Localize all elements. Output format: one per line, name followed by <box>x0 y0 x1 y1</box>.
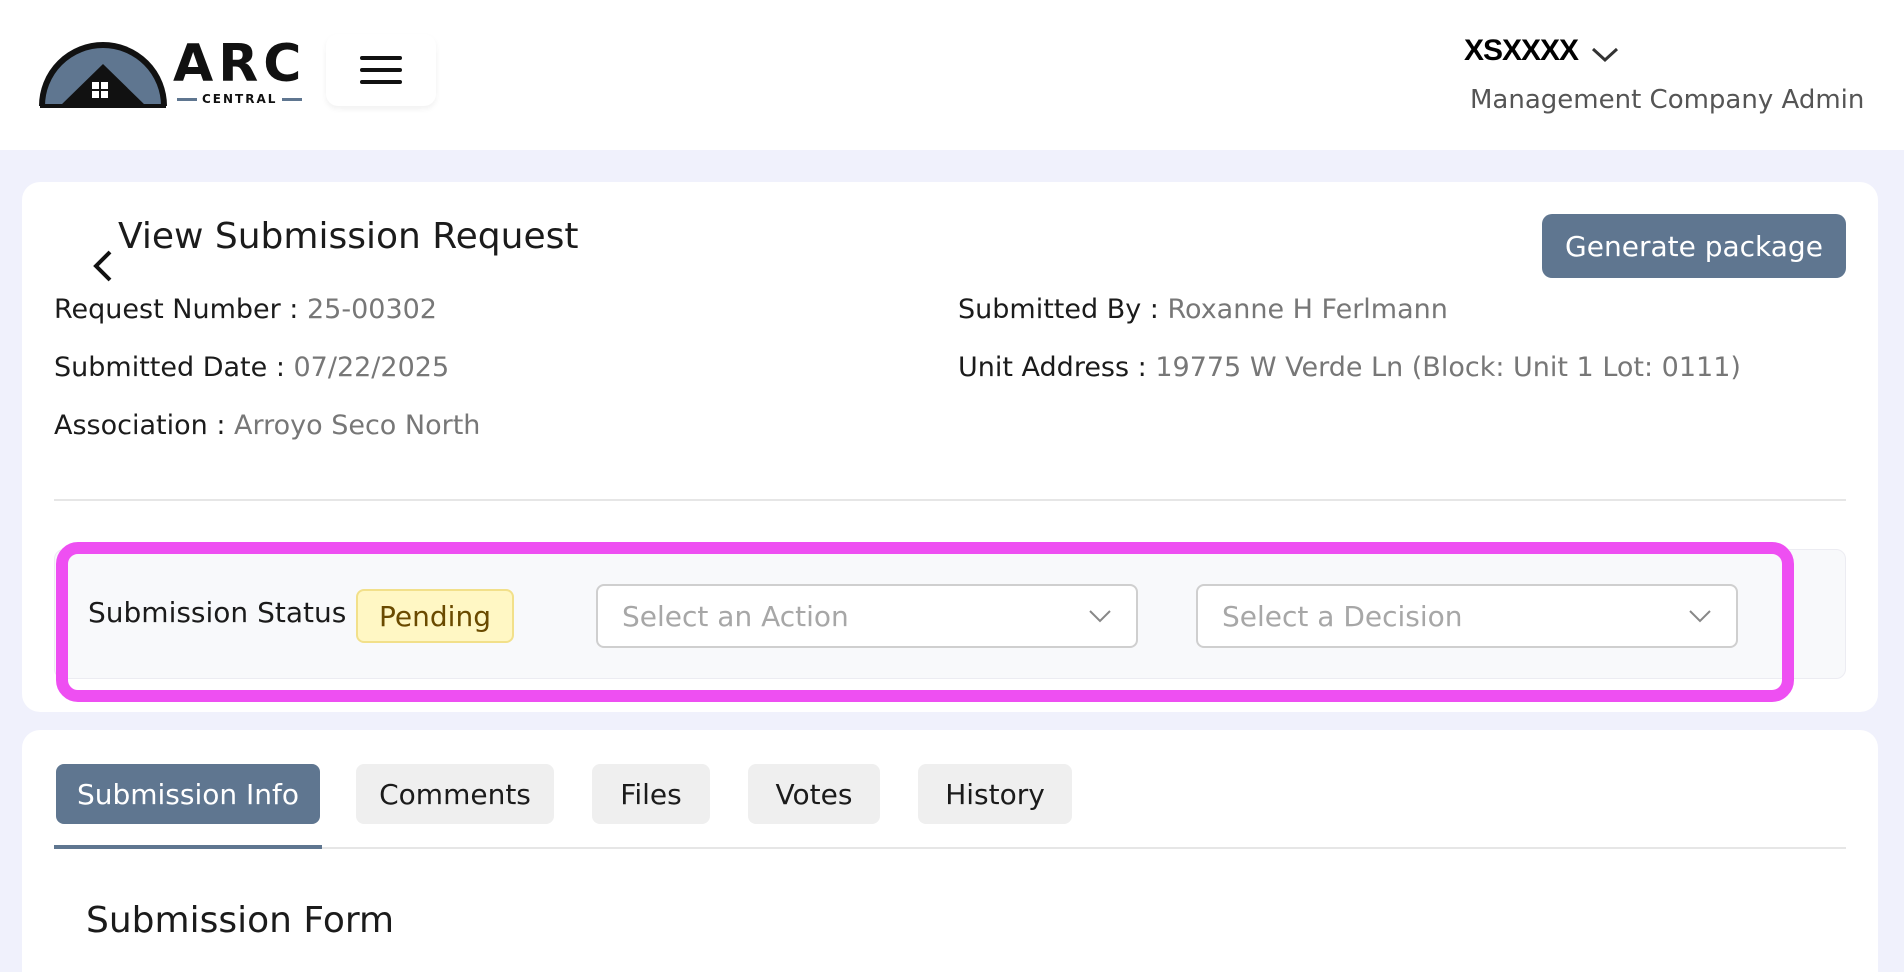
tab-submission-info[interactable]: Submission Info <box>56 764 320 824</box>
submitted-date-label: Submitted Date : <box>54 352 294 383</box>
hamburger-menu-button[interactable] <box>326 34 436 106</box>
logo-subtitle: CENTRAL <box>202 92 278 106</box>
submitted-by-row: Submitted By : Roxanne H Ferlmann <box>958 294 1448 325</box>
details-divider <box>54 499 1846 501</box>
chevron-down-icon <box>1592 47 1619 63</box>
decision-select-placeholder: Select a Decision <box>1222 599 1463 633</box>
chevron-left-icon <box>93 250 112 282</box>
unit-address-label: Unit Address : <box>958 352 1156 383</box>
user-menu-toggle[interactable]: XSXXXX <box>1464 34 1620 68</box>
active-tab-indicator <box>54 845 322 849</box>
submission-status-label: Submission Status : <box>88 596 365 629</box>
tab-votes[interactable]: Votes <box>748 764 880 824</box>
chevron-down-icon <box>1689 610 1711 623</box>
user-role: Management Company Admin <box>1470 85 1865 115</box>
section-title: Submission Form <box>86 900 395 941</box>
logo-title: ARC <box>172 34 307 94</box>
submission-tabs-card: Submission Info Comments Files Votes His… <box>22 730 1878 972</box>
chevron-down-icon <box>1089 610 1111 623</box>
submitted-by-value: Roxanne H Ferlmann <box>1167 294 1448 325</box>
association-row: Association : Arroyo Seco North <box>54 410 480 441</box>
tab-comments[interactable]: Comments <box>356 764 554 824</box>
unit-address-value: 19775 W Verde Ln (Block: Unit 1 Lot: 011… <box>1155 352 1741 383</box>
request-number-value: 25-00302 <box>306 294 437 325</box>
request-number-label: Request Number : <box>54 294 307 325</box>
hamburger-icon <box>360 56 402 84</box>
unit-address-row: Unit Address : 19775 W Verde Ln (Block: … <box>958 352 1741 383</box>
tabs-divider <box>54 847 1846 849</box>
page-title: View Submission Request <box>118 216 579 257</box>
submitted-by-label: Submitted By : <box>958 294 1168 325</box>
generate-package-button[interactable]: Generate package <box>1542 214 1846 278</box>
user-name: XSXXXX <box>1464 34 1579 67</box>
submission-details-card: View Submission Request Generate package… <box>22 182 1878 712</box>
action-select[interactable]: Select an Action <box>596 584 1138 648</box>
request-number-row: Request Number : 25-00302 <box>54 294 437 325</box>
submitted-date-row: Submitted Date : 07/22/2025 <box>54 352 449 383</box>
association-label: Association : <box>54 410 234 441</box>
house-logo-icon <box>39 42 167 108</box>
association-value: Arroyo Seco North <box>234 410 481 441</box>
tab-history[interactable]: History <box>918 764 1072 824</box>
action-select-placeholder: Select an Action <box>622 599 849 633</box>
arc-central-logo[interactable]: ARC CENTRAL <box>38 34 303 110</box>
decision-select[interactable]: Select a Decision <box>1196 584 1738 648</box>
tab-files[interactable]: Files <box>592 764 710 824</box>
user-menu: XSXXXX Management Company Admin <box>1460 30 1880 120</box>
submitted-date-value: 07/22/2025 <box>293 352 450 383</box>
top-bar: ARC CENTRAL XSXXXX Management Company Ad… <box>0 0 1904 150</box>
status-badge: Pending <box>356 589 514 643</box>
